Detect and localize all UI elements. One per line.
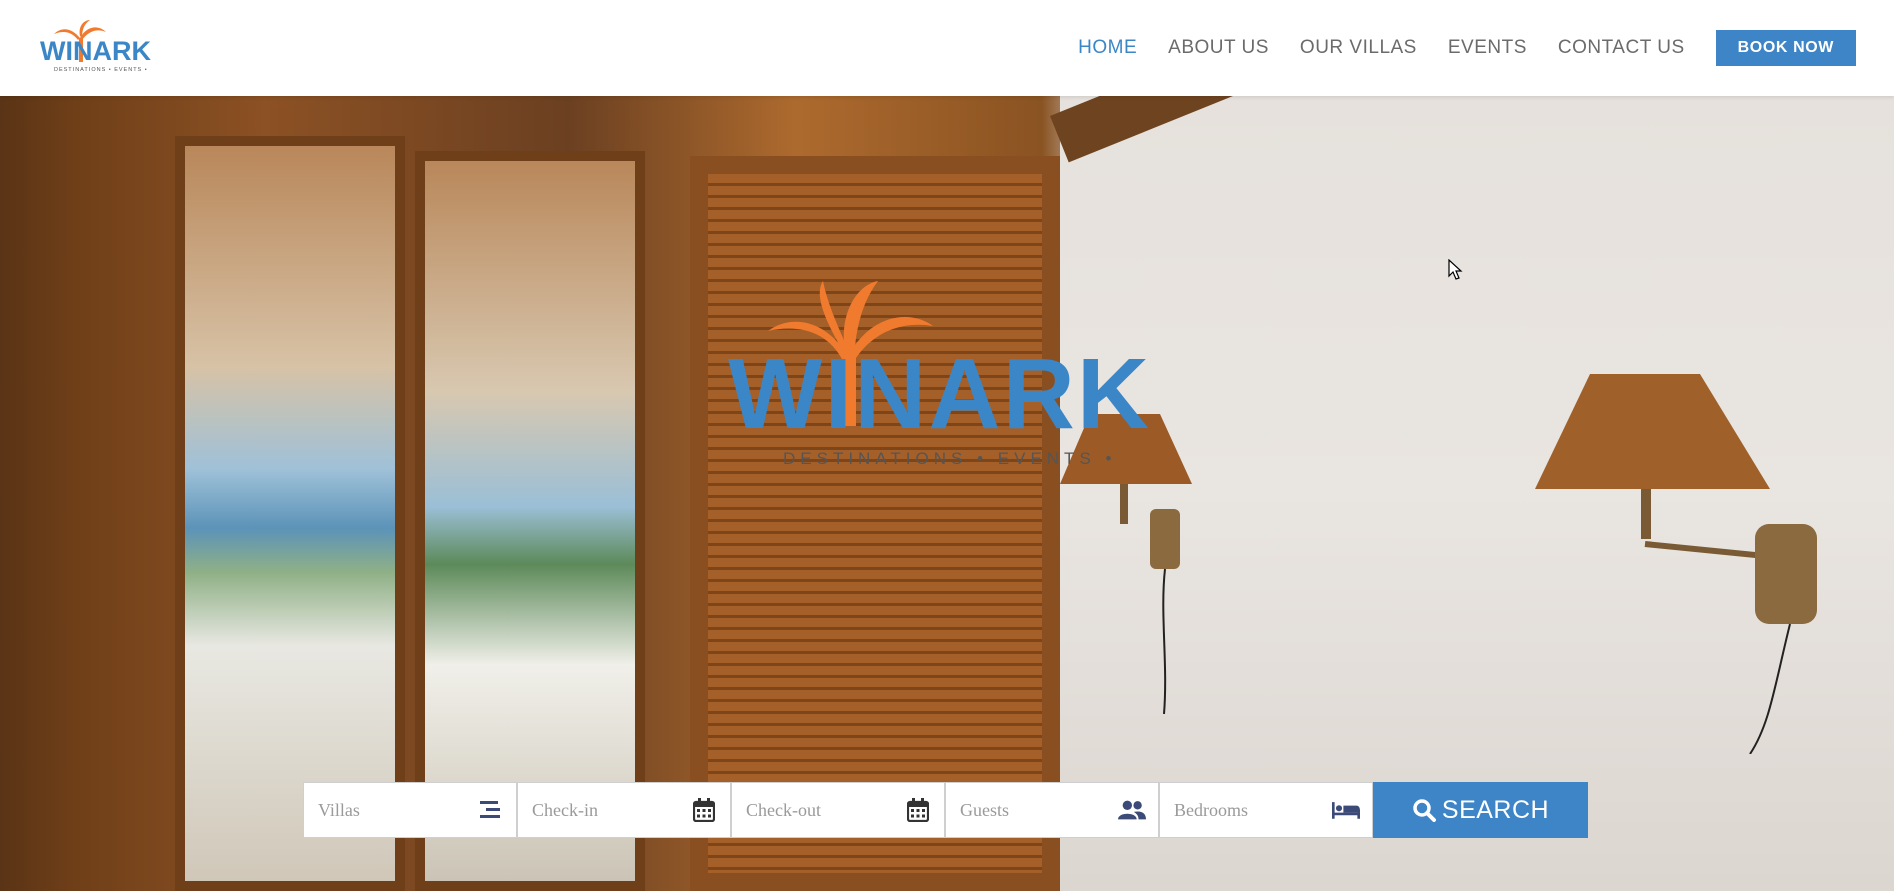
bedrooms-field[interactable]: Bedrooms: [1159, 782, 1373, 838]
nav-contact-us[interactable]: CONTACT US: [1558, 37, 1685, 59]
users-icon: [1118, 797, 1146, 823]
nav-about-us[interactable]: ABOUT US: [1168, 37, 1269, 59]
check-out-field[interactable]: Check-out: [731, 782, 945, 838]
site-header: WINARK DESTINATIONS • EVENTS • HOME ABOU…: [0, 0, 1894, 96]
book-now-button[interactable]: BOOK NOW: [1715, 30, 1856, 66]
check-out-placeholder: Check-out: [746, 799, 821, 820]
glass-door-left: [175, 136, 405, 891]
wall-lamp-right: [1535, 374, 1817, 754]
list-icon: [476, 797, 504, 823]
logo-wordmark: WINARK: [40, 36, 151, 66]
wooden-doors: [60, 96, 1060, 891]
hero-image: WINARK DESTINATIONS • EVENTS •: [0, 96, 1894, 891]
logo-tagline: DESTINATIONS • EVENTS •: [54, 67, 148, 73]
search-icon: [1412, 798, 1436, 822]
hero-wordmark: WINARK: [728, 338, 1151, 450]
header-logo[interactable]: WINARK DESTINATIONS • EVENTS •: [40, 18, 164, 76]
glass-door-right: [415, 151, 645, 891]
guests-placeholder: Guests: [960, 799, 1009, 820]
palm-logo-icon: WINARK DESTINATIONS • EVENTS •: [40, 20, 151, 73]
villa-search-bar: Villas Check-in Check-out Guests Bedroom…: [303, 782, 1588, 838]
nav-home[interactable]: HOME: [1078, 37, 1137, 59]
main-nav: HOME ABOUT US OUR VILLAS EVENTS CONTACT …: [1047, 0, 1894, 96]
nav-events[interactable]: EVENTS: [1448, 37, 1527, 59]
search-button-label: SEARCH: [1441, 795, 1550, 824]
hero-tagline: DESTINATIONS • EVENTS •: [783, 449, 1116, 468]
villas-select[interactable]: Villas: [303, 782, 517, 838]
calendar-icon: [904, 797, 932, 823]
villas-placeholder: Villas: [318, 799, 360, 820]
louvered-shutter: [690, 156, 1060, 891]
bedrooms-placeholder: Bedrooms: [1174, 799, 1248, 820]
hero-logo: WINARK DESTINATIONS • EVENTS •: [728, 281, 1151, 468]
mouse-cursor-icon: [1448, 259, 1463, 280]
guests-field[interactable]: Guests: [945, 782, 1159, 838]
search-button[interactable]: SEARCH: [1373, 782, 1588, 838]
calendar-icon: [690, 797, 718, 823]
bed-icon: [1332, 797, 1360, 823]
nav-our-villas[interactable]: OUR VILLAS: [1300, 37, 1417, 59]
check-in-field[interactable]: Check-in: [517, 782, 731, 838]
check-in-placeholder: Check-in: [532, 799, 598, 820]
